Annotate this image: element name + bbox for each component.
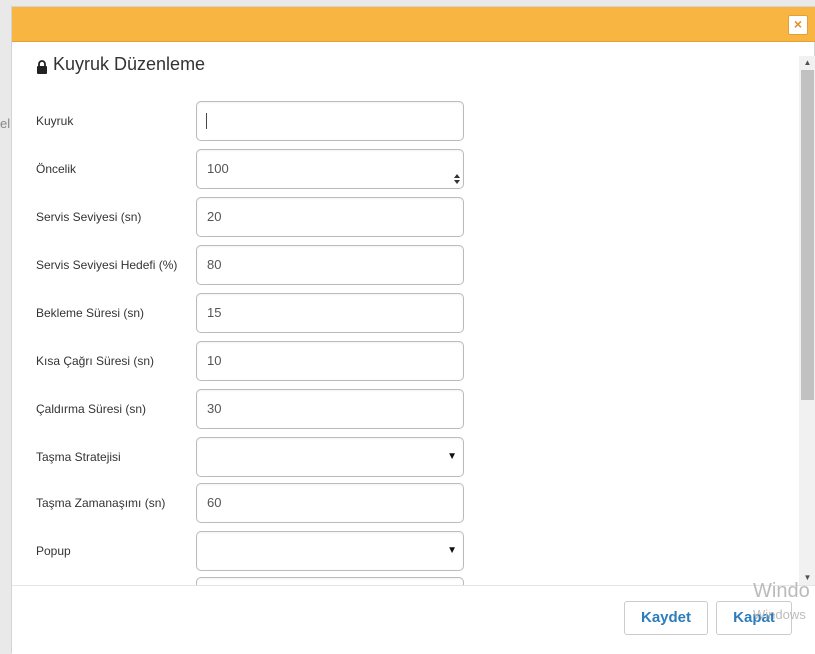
kuyruk-label: Kuyruk — [36, 114, 74, 128]
kuyruk-input[interactable] — [196, 101, 464, 141]
lock-icon — [36, 58, 48, 74]
tasma-zamanasimi-input[interactable]: 60 — [196, 483, 464, 523]
kisa-cagri-suresi-label: Kısa Çağrı Süresi (sn) — [36, 354, 155, 368]
servis-seviyesi-hedefi-input[interactable]: 80 — [196, 245, 464, 285]
form-row-bekleme-suresi: Bekleme Süresi (sn) 15 — [12, 293, 802, 333]
caldirma-suresi-label: Çaldırma Süresi (sn) — [36, 402, 147, 416]
dropdown-arrow-icon: ▼ — [447, 451, 457, 462]
kisa-cagri-suresi-input[interactable]: 10 — [196, 341, 464, 381]
scroll-up-icon[interactable]: ▲ — [799, 56, 815, 70]
partial-field[interactable] — [196, 577, 464, 585]
oncelik-label: Öncelik — [36, 162, 77, 176]
form-row-servis-seviyesi-hedefi: Servis Seviyesi Hedefi (%) 80 — [12, 245, 802, 285]
popup-label: Popup — [36, 544, 71, 558]
tasma-stratejisi-select[interactable]: ▼ — [196, 437, 464, 477]
save-button[interactable]: Kaydet — [624, 601, 708, 635]
modal-header-bar: × — [12, 7, 815, 42]
page-title: Kuyruk Düzenleme — [36, 54, 205, 75]
form-row-caldirma-suresi: Çaldırma Süresi (sn) 30 — [12, 389, 802, 429]
text-cursor — [206, 113, 207, 129]
close-icon[interactable]: × — [788, 15, 808, 35]
bekleme-suresi-input[interactable]: 15 — [196, 293, 464, 333]
modal-body: Kuyruk Düzenleme Kuyruk Öncelik 100 Serv… — [12, 42, 815, 585]
tasma-zamanasimi-label: Taşma Zamanaşımı (sn) — [36, 496, 166, 510]
modal-title-text: Kuyruk Düzenleme — [53, 54, 206, 74]
scroll-thumb[interactable] — [801, 70, 814, 400]
servis-seviyesi-hedefi-label: Servis Seviyesi Hedefi (%) — [36, 258, 178, 272]
servis-seviyesi-label: Servis Seviyesi (sn) — [36, 210, 142, 224]
windows-watermark-sub: Windows — [753, 607, 806, 622]
bekleme-suresi-label: Bekleme Süresi (sn) — [36, 306, 145, 320]
form-row-popup: Popup ▼ — [12, 531, 802, 571]
form-row-tasma-zamanasimi: Taşma Zamanaşımı (sn) 60 — [12, 483, 802, 523]
modal-footer: Kaydet Kapat — [12, 585, 815, 654]
form-row-kuyruk: Kuyruk — [12, 101, 802, 141]
oncelik-number-input[interactable]: 100 — [196, 149, 464, 189]
form-row-tasma-stratejisi: Taşma Stratejisi ▼ — [12, 437, 802, 477]
form-row-servis-seviyesi: Servis Seviyesi (sn) 20 — [12, 197, 802, 237]
form-row-oncelik: Öncelik 100 — [12, 149, 802, 189]
windows-watermark: Windo — [753, 580, 810, 602]
tasma-stratejisi-label: Taşma Stratejisi — [36, 450, 121, 464]
form-row-partial — [12, 577, 802, 585]
form-row-kisa-cagri-suresi: Kısa Çağrı Süresi (sn) 10 — [12, 341, 802, 381]
caldirma-suresi-input[interactable]: 30 — [196, 389, 464, 429]
dropdown-arrow-icon: ▼ — [447, 545, 457, 556]
popup-select[interactable]: ▼ — [196, 531, 464, 571]
spinner-arrows-icon[interactable] — [453, 163, 461, 184]
scrollbar[interactable]: ▲ ▼ — [799, 56, 815, 585]
servis-seviyesi-input[interactable]: 20 — [196, 197, 464, 237]
queue-edit-modal: × Kuyruk Düzenleme Kuyruk Öncelik 100 Se… — [11, 6, 815, 654]
